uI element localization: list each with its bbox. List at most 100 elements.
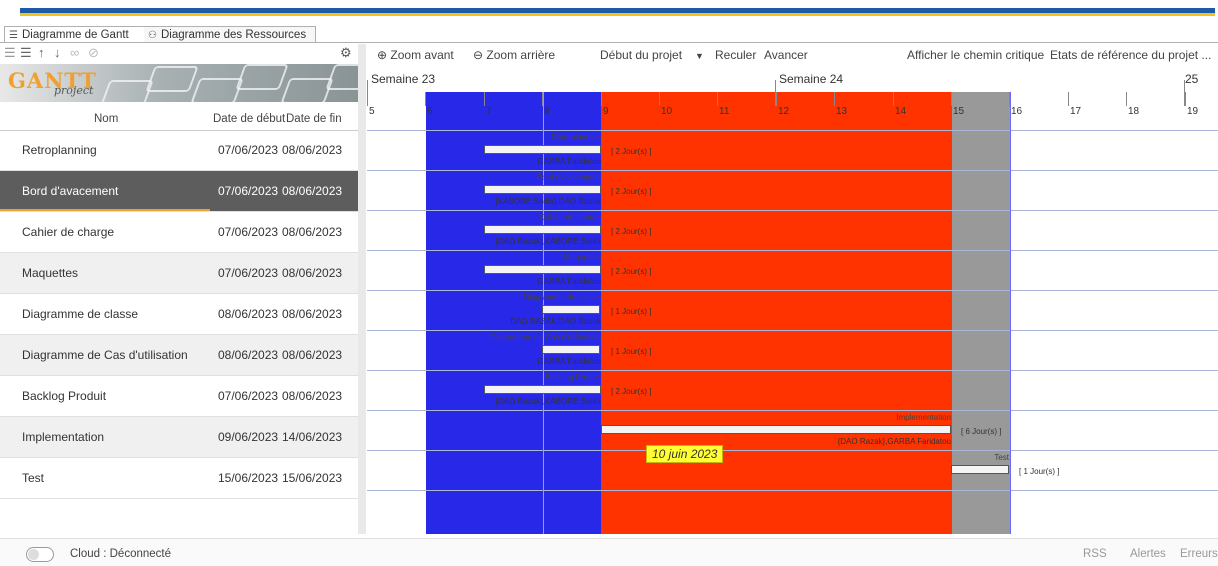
week-label: 25 xyxy=(1185,72,1199,86)
unindent-icon[interactable]: ☰ xyxy=(4,45,16,61)
table-row[interactable]: Diagramme de Cas d'utilisation 08/06/202… xyxy=(0,335,358,376)
day-tick xyxy=(425,92,426,106)
task-table: Retroplanning 07/06/2023 08/06/2023 Bord… xyxy=(0,130,358,499)
row-gridline xyxy=(367,290,1218,291)
task-bar[interactable] xyxy=(484,385,601,394)
baselines-button[interactable]: Etats de référence du projet ... xyxy=(1050,48,1211,62)
forward-button[interactable]: Avancer xyxy=(764,48,808,62)
task-bar[interactable] xyxy=(542,345,600,354)
day-tick xyxy=(1126,92,1127,106)
indent-icon[interactable]: ☰ xyxy=(20,45,32,61)
chart-toolbar: ⊕ Zoom avant ⊖ Zoom arrière Début du pro… xyxy=(367,46,1218,66)
task-name: Cahier de charge xyxy=(22,225,115,239)
task-start: 07/06/2023 xyxy=(218,266,279,280)
task-resources: {DAO Razak},KABORE Sadia xyxy=(495,237,601,246)
week-tick xyxy=(1184,80,1185,106)
task-resources: GARBA Faridatou xyxy=(537,277,601,286)
table-row[interactable]: Bord d'avacement 07/06/2023 08/06/2023 xyxy=(0,171,358,212)
unlink-icon[interactable]: ⊘ xyxy=(88,45,99,61)
alerts-link[interactable]: Alertes xyxy=(1130,548,1166,560)
task-end: 14/06/2023 xyxy=(282,430,343,444)
task-bar[interactable] xyxy=(951,465,1009,474)
zoom-out-icon: ⊖ xyxy=(473,48,484,62)
cloud-status: Cloud : Déconnecté xyxy=(70,548,172,560)
day-tick xyxy=(717,92,718,106)
row-gridline xyxy=(367,490,1218,491)
table-row[interactable]: Diagramme de classe 08/06/2023 08/06/202… xyxy=(0,294,358,335)
day-label: 6 xyxy=(427,106,433,117)
zoom-in-icon: ⊕ xyxy=(377,48,388,62)
zoom-out-button[interactable]: ⊖ Zoom arrière xyxy=(473,48,555,62)
back-button[interactable]: Reculer xyxy=(715,48,756,62)
task-bar[interactable] xyxy=(484,145,601,154)
tab-gantt[interactable]: ☰ Diagramme de Gantt xyxy=(4,26,147,42)
task-start: 09/06/2023 xyxy=(218,430,279,444)
task-table-header: Nom Date de début Date de fin xyxy=(0,110,358,131)
day-tick xyxy=(601,92,602,106)
week-label: Semaine 24 xyxy=(779,72,844,86)
table-row[interactable]: Implementation 09/06/2023 14/06/2023 xyxy=(0,417,358,458)
task-resources: DAO RAZAK,DAO Razak xyxy=(510,317,601,326)
link-icon[interactable]: ∞ xyxy=(70,45,79,60)
resources-icon: ⚇ xyxy=(148,30,157,41)
task-duration: [ 2 Jour(s) ] xyxy=(611,227,652,236)
task-bar-title: Bord d'avacement xyxy=(536,173,601,182)
task-end: 08/06/2023 xyxy=(282,184,343,198)
task-bar-title: Backlog Produit xyxy=(544,373,601,382)
task-duration: [ 2 Jour(s) ] xyxy=(611,387,652,396)
column-name-header[interactable]: Nom xyxy=(94,113,118,125)
task-bar[interactable] xyxy=(484,185,601,194)
task-duration: [ 1 Jour(s) ] xyxy=(1019,467,1060,476)
row-gridline xyxy=(367,130,1218,131)
panel-splitter[interactable] xyxy=(358,44,366,534)
zoom-in-button[interactable]: ⊕ Zoom avant xyxy=(377,48,454,62)
errors-link[interactable]: Erreurs xyxy=(1180,548,1218,560)
day-label: 16 xyxy=(1011,106,1023,117)
column-end-header[interactable]: Date de fin xyxy=(286,113,342,125)
task-bar[interactable] xyxy=(484,225,601,234)
project-end-line xyxy=(1010,92,1011,534)
day-label: 15 xyxy=(953,106,965,117)
table-row[interactable]: Maquettes 07/06/2023 08/06/2023 xyxy=(0,253,358,294)
week-label: Semaine 23 xyxy=(371,72,436,86)
task-start: 07/06/2023 xyxy=(218,184,279,198)
rss-link[interactable]: RSS xyxy=(1083,548,1107,560)
critical-path-button[interactable]: Afficher le chemin critique xyxy=(907,48,1044,62)
task-bar-title: Test xyxy=(994,453,1009,462)
task-bar[interactable] xyxy=(542,305,600,314)
cloud-toggle[interactable] xyxy=(26,547,54,562)
highlight-red-band xyxy=(601,92,952,534)
task-bar[interactable] xyxy=(484,265,601,274)
tab-resources[interactable]: ⚇ Diagramme des Ressources xyxy=(144,26,316,42)
task-start: 15/06/2023 xyxy=(218,471,279,485)
task-name: Diagramme de classe xyxy=(22,307,139,321)
table-row[interactable]: Backlog Produit 07/06/2023 08/06/2023 xyxy=(0,376,358,417)
selection-underline xyxy=(0,209,210,211)
task-name: Test xyxy=(22,471,45,485)
task-resources: GARBA Faridatou xyxy=(537,157,601,166)
move-up-icon[interactable]: ↑ xyxy=(38,45,45,60)
task-end: 08/06/2023 xyxy=(282,389,343,403)
table-row[interactable]: Test 15/06/2023 15/06/2023 xyxy=(0,458,358,499)
task-resources: GARBA Faridatou xyxy=(537,357,601,366)
project-start-button[interactable]: Début du projet xyxy=(600,48,682,62)
task-end: 08/06/2023 xyxy=(282,307,343,321)
task-name: Implementation xyxy=(22,430,105,444)
task-bar[interactable] xyxy=(601,425,951,434)
column-start-header[interactable]: Date de début xyxy=(213,113,285,125)
task-start: 08/06/2023 xyxy=(218,307,279,321)
move-down-icon[interactable]: ↓ xyxy=(54,45,61,60)
settings-gear-icon[interactable]: ⚙ xyxy=(340,45,352,61)
gantt-icon: ☰ xyxy=(9,30,18,41)
chevron-down-icon[interactable]: ▼ xyxy=(695,51,704,61)
table-row[interactable]: Retroplanning 07/06/2023 08/06/2023 xyxy=(0,130,358,171)
task-end: 15/06/2023 xyxy=(282,471,343,485)
day-tick xyxy=(484,92,485,106)
day-label: 14 xyxy=(895,106,907,117)
day-label: 17 xyxy=(1070,106,1082,117)
task-name: Maquettes xyxy=(22,266,79,280)
table-row[interactable]: Cahier de charge 07/06/2023 08/06/2023 xyxy=(0,212,358,253)
week-tick xyxy=(775,80,776,106)
task-bar-title: Implementation xyxy=(896,413,951,422)
task-resources: {DAO Razak},KABORE Sadia xyxy=(495,397,601,406)
